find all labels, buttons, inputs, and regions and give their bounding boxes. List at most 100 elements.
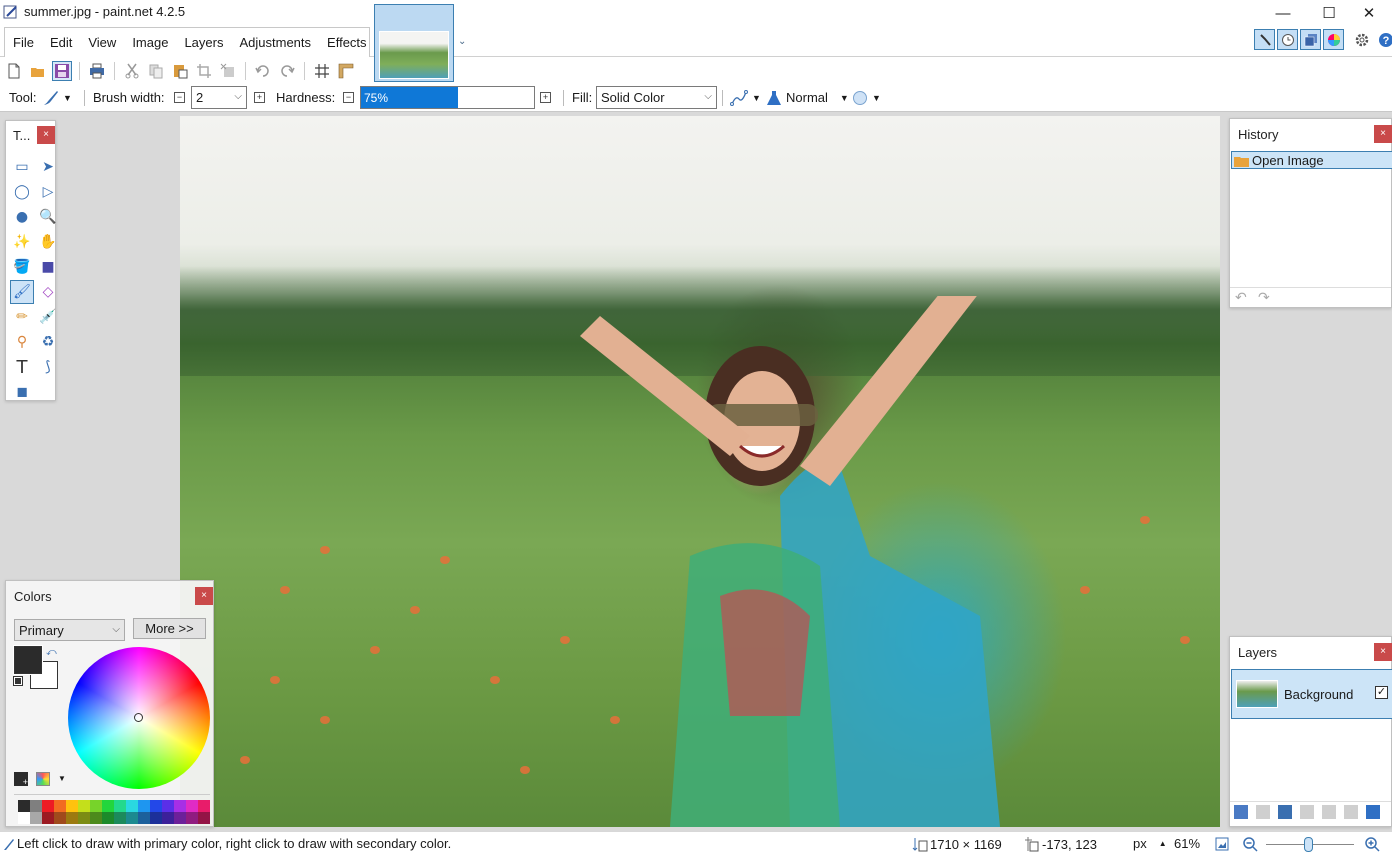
hardness-increase-button[interactable]: + bbox=[540, 92, 551, 103]
menu-view[interactable]: View bbox=[80, 29, 124, 57]
document-tab-summer[interactable] bbox=[374, 4, 454, 82]
palette-swatch[interactable] bbox=[66, 812, 78, 824]
palette-swatch[interactable] bbox=[90, 800, 102, 812]
palette-swatch[interactable] bbox=[138, 812, 150, 824]
tool-button-zoom[interactable]: 🔍 bbox=[36, 205, 60, 229]
menu-layers[interactable]: Layers bbox=[176, 29, 231, 57]
tool-button-ellipse-select[interactable]: ● bbox=[10, 205, 34, 229]
tool-button-text[interactable]: T bbox=[10, 355, 34, 379]
settings-gear-icon[interactable] bbox=[1352, 30, 1372, 50]
layers-panel-close-button[interactable]: × bbox=[1374, 643, 1392, 661]
new-file-icon[interactable] bbox=[4, 61, 24, 81]
palette-swatch[interactable] bbox=[162, 812, 174, 824]
palette-swatch[interactable] bbox=[90, 812, 102, 824]
palette-swatch[interactable] bbox=[138, 800, 150, 812]
layer-visibility-checkbox[interactable]: ✓ bbox=[1375, 686, 1388, 699]
crop-to-selection-icon[interactable] bbox=[194, 61, 214, 81]
palette-swatch[interactable] bbox=[150, 812, 162, 824]
palette-swatch[interactable] bbox=[54, 812, 66, 824]
tool-button-pencil[interactable]: ✏ bbox=[10, 305, 34, 329]
palette-swatch[interactable] bbox=[18, 800, 30, 812]
menu-adjustments[interactable]: Adjustments bbox=[231, 29, 319, 57]
palette-dropdown-arrow-icon[interactable]: ▼ bbox=[58, 774, 66, 783]
undo-icon[interactable] bbox=[253, 61, 273, 81]
palette-swatch[interactable] bbox=[42, 800, 54, 812]
copy-icon[interactable] bbox=[146, 61, 166, 81]
palette-swatch[interactable] bbox=[114, 800, 126, 812]
layer-row[interactable]: Background ✓ bbox=[1231, 669, 1392, 719]
history-redo-icon[interactable]: ↷ bbox=[1258, 289, 1270, 306]
palette-swatch[interactable] bbox=[186, 800, 198, 812]
palette-swatch[interactable] bbox=[186, 812, 198, 824]
palette-swatch[interactable] bbox=[198, 812, 210, 824]
print-icon[interactable] bbox=[87, 61, 107, 81]
redo-icon[interactable] bbox=[277, 61, 297, 81]
primary-color-swatch[interactable] bbox=[13, 645, 43, 675]
hardness-decrease-button[interactable]: − bbox=[343, 92, 354, 103]
zoom-value[interactable]: 61% bbox=[1174, 836, 1200, 851]
history-panel-close-button[interactable]: × bbox=[1374, 125, 1392, 143]
toggle-layers-button[interactable] bbox=[1300, 29, 1321, 50]
palette-swatch[interactable] bbox=[78, 812, 90, 824]
history-item[interactable]: Open Image bbox=[1231, 151, 1392, 169]
tools-panel-close-button[interactable]: × bbox=[37, 126, 55, 144]
palette-swatch[interactable] bbox=[114, 812, 126, 824]
palette-swatch[interactable] bbox=[150, 800, 162, 812]
paste-icon[interactable] bbox=[170, 61, 190, 81]
colors-panel-close-button[interactable]: × bbox=[195, 587, 213, 605]
tool-button-lasso-select[interactable]: ◯ bbox=[10, 180, 34, 204]
tool-button-gradient[interactable]: ■ bbox=[36, 255, 60, 279]
palette-swatch[interactable] bbox=[18, 812, 30, 824]
help-icon[interactable]: ? bbox=[1376, 30, 1392, 50]
tool-button-move-selected-pixels[interactable]: ➤ bbox=[36, 155, 60, 179]
ruler-icon[interactable] bbox=[336, 61, 356, 81]
swap-colors-icon[interactable]: ⤺ bbox=[46, 647, 57, 658]
open-file-icon[interactable] bbox=[28, 61, 48, 81]
tool-button-clone-stamp[interactable]: ⚲ bbox=[10, 330, 34, 354]
antialiasing-selector[interactable]: ▼ bbox=[730, 85, 761, 110]
minimize-button[interactable]: — bbox=[1260, 0, 1306, 26]
tool-button-line-curve[interactable]: ⟆ bbox=[36, 355, 60, 379]
zoom-out-icon[interactable] bbox=[1242, 836, 1258, 852]
image-canvas[interactable] bbox=[180, 116, 1220, 827]
tool-button-pan[interactable]: ✋ bbox=[36, 230, 60, 254]
selection-mode-selector[interactable]: ▼ bbox=[852, 85, 881, 110]
brush-width-decrease-button[interactable]: − bbox=[174, 92, 185, 103]
delete-layer-icon[interactable] bbox=[1256, 805, 1270, 819]
units-selector[interactable]: px ▲ bbox=[1133, 836, 1167, 851]
cut-icon[interactable] bbox=[122, 61, 142, 81]
layer-properties-icon[interactable] bbox=[1366, 805, 1380, 819]
blend-mode-selector[interactable]: Normal ▼ bbox=[766, 85, 849, 110]
color-mode-select[interactable]: Primary ⌵ bbox=[14, 619, 125, 641]
reset-colors-icon[interactable] bbox=[13, 676, 23, 686]
tool-button-eraser[interactable]: ◇ bbox=[36, 280, 60, 304]
palette-swatch[interactable] bbox=[54, 800, 66, 812]
brush-width-combo[interactable]: 2 ⌵ bbox=[191, 86, 247, 109]
duplicate-layer-icon[interactable] bbox=[1278, 805, 1292, 819]
color-wheel-cursor[interactable] bbox=[134, 713, 143, 722]
menu-image[interactable]: Image bbox=[124, 29, 176, 57]
grid-icon[interactable] bbox=[312, 61, 332, 81]
move-layer-down-icon[interactable] bbox=[1344, 805, 1358, 819]
palette-swatch[interactable] bbox=[66, 800, 78, 812]
deselect-icon[interactable] bbox=[218, 61, 238, 81]
tool-button-recolor[interactable]: ♻ bbox=[36, 330, 60, 354]
merge-layer-down-icon[interactable] bbox=[1300, 805, 1314, 819]
palette-swatch[interactable] bbox=[30, 812, 42, 824]
palette-swatch[interactable] bbox=[78, 800, 90, 812]
history-undo-icon[interactable]: ↶ bbox=[1235, 289, 1247, 306]
palette-menu-icon[interactable] bbox=[36, 772, 50, 786]
tool-button-move-selection[interactable]: ▷ bbox=[36, 180, 60, 204]
fill-mode-combo[interactable]: Solid Color ⌵ bbox=[596, 86, 717, 109]
menu-file[interactable]: File bbox=[5, 29, 42, 57]
palette-swatch[interactable] bbox=[174, 812, 186, 824]
more-colors-button[interactable]: More >> bbox=[133, 618, 206, 639]
tool-button-rectangle-select[interactable]: ▭ bbox=[10, 155, 34, 179]
palette-swatch[interactable] bbox=[126, 812, 138, 824]
add-layer-icon[interactable] bbox=[1234, 805, 1248, 819]
menu-effects[interactable]: Effects bbox=[319, 29, 375, 57]
palette-swatch[interactable] bbox=[42, 812, 54, 824]
move-layer-up-icon[interactable] bbox=[1322, 805, 1336, 819]
palette-swatch[interactable] bbox=[102, 800, 114, 812]
tool-button-color-picker[interactable]: 💉 bbox=[36, 305, 60, 329]
